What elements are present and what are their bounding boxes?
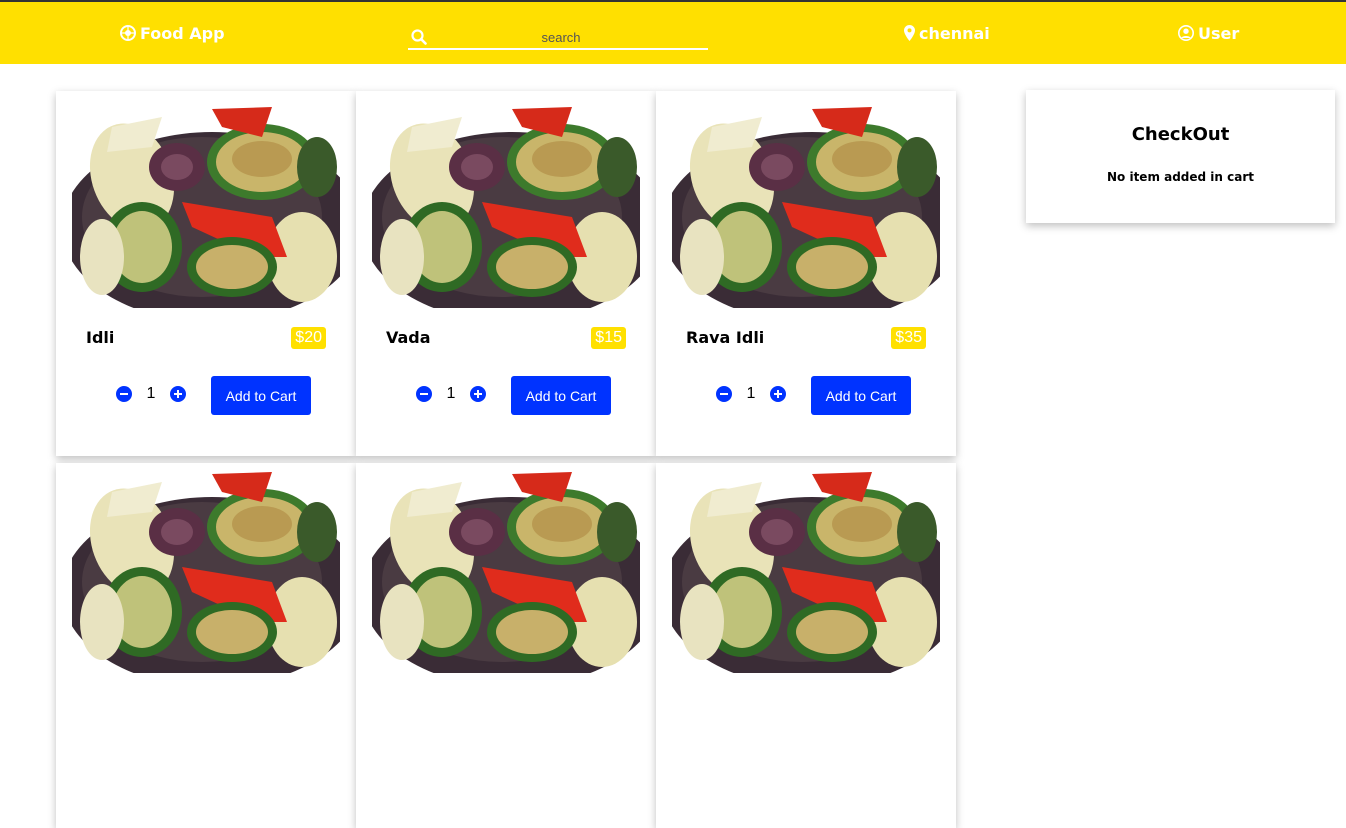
navbar: Food App chennai User	[0, 2, 1346, 64]
search-icon[interactable]	[411, 29, 427, 45]
quantity-value: 1	[446, 385, 456, 402]
brand-link[interactable]: Food App	[120, 2, 225, 64]
product-price: $35	[891, 327, 926, 349]
plus-circle-icon[interactable]	[170, 386, 186, 402]
brand-label: Food App	[140, 23, 225, 43]
quantity-stepper: 1	[116, 385, 186, 403]
product-image	[672, 107, 940, 308]
search-bar	[408, 26, 708, 50]
add-to-cart-button[interactable]: Add to Cart	[211, 376, 311, 415]
minus-circle-icon[interactable]	[116, 386, 132, 402]
add-to-cart-button[interactable]: Add to Cart	[811, 376, 911, 415]
minus-circle-icon[interactable]	[416, 386, 432, 402]
empty-cart-message: No item added in cart	[1106, 170, 1255, 184]
product-image	[372, 472, 640, 673]
add-to-cart-button[interactable]: Add to Cart	[511, 376, 611, 415]
quantity-stepper: 1	[716, 385, 786, 403]
plus-circle-icon[interactable]	[470, 386, 486, 402]
logo-icon	[120, 25, 136, 41]
product-card: Idli $20 1 Add to Cart	[56, 91, 356, 456]
user-label: User	[1198, 23, 1240, 43]
checkout-title: CheckOut	[1131, 124, 1230, 145]
user-circle-icon	[1178, 25, 1194, 41]
quantity-value: 1	[146, 385, 156, 402]
map-marker-icon	[904, 25, 915, 41]
checkout-panel: CheckOut No item added in cart	[1026, 90, 1335, 223]
quantity-stepper: 1	[416, 385, 486, 403]
plus-circle-icon[interactable]	[770, 386, 786, 402]
product-name: Idli	[86, 328, 115, 347]
product-price: $20	[291, 327, 326, 349]
product-image	[372, 107, 640, 308]
product-name: Rava Idli	[686, 328, 765, 347]
location-label: chennai	[919, 23, 990, 43]
search-input[interactable]	[431, 29, 691, 45]
product-card: Vada $15 1 Add to Cart	[356, 91, 656, 456]
product-price: $15	[591, 327, 626, 349]
quantity-value: 1	[746, 385, 756, 402]
product-image	[72, 472, 340, 673]
user-link[interactable]: User	[1178, 2, 1239, 64]
product-image	[672, 472, 940, 673]
product-image	[72, 107, 340, 308]
location-link[interactable]: chennai	[904, 2, 990, 64]
product-card: Rava Idli $35 1 Add to Cart	[656, 91, 956, 456]
minus-circle-icon[interactable]	[716, 386, 732, 402]
product-name: Vada	[386, 328, 431, 347]
